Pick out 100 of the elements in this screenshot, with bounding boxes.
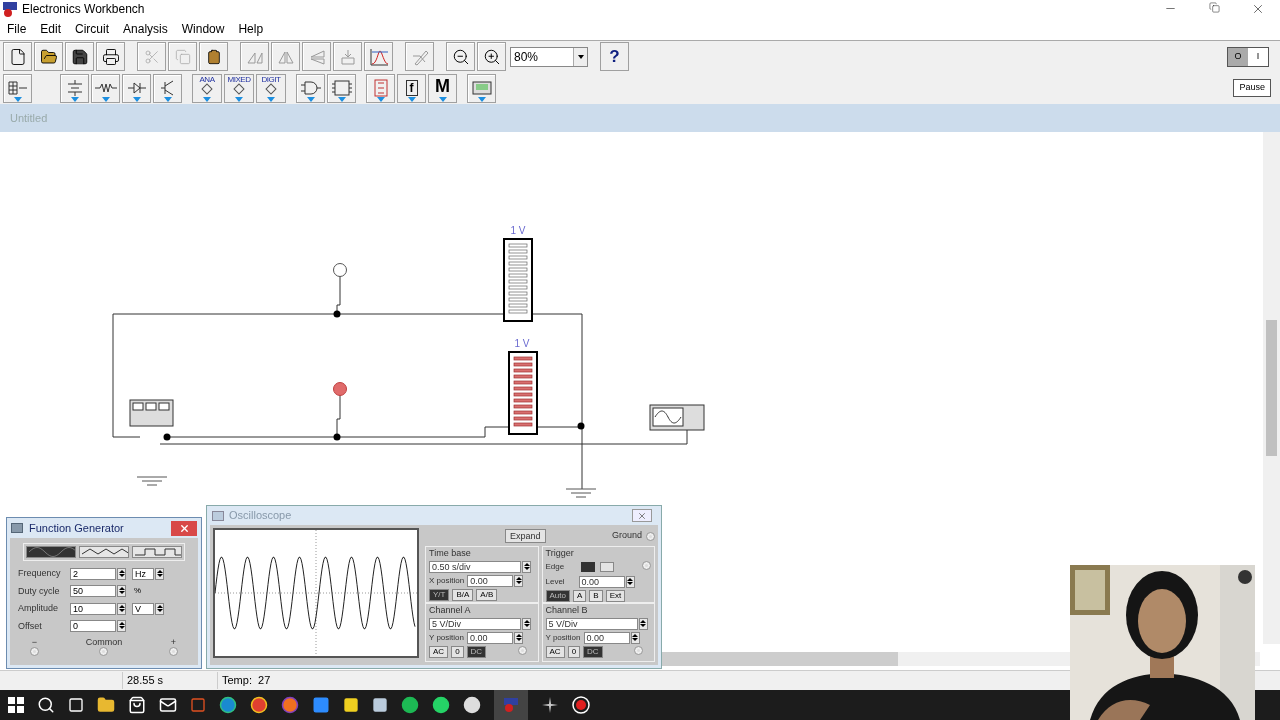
spin-arrows-icon[interactable] [117, 585, 126, 598]
flip-horizontal-button[interactable] [271, 42, 300, 71]
waveform-button[interactable] [132, 546, 182, 558]
search-icon[interactable] [37, 696, 55, 714]
spin-field[interactable]: 5 V/Div [545, 617, 638, 630]
edit-button[interactable] [405, 42, 434, 71]
spin-arrows-icon[interactable] [117, 602, 126, 615]
spin-arrows-icon[interactable] [625, 575, 635, 588]
transistors-bin-button[interactable] [153, 73, 182, 103]
spin-field[interactable]: 10 [70, 602, 116, 615]
cut-button[interactable] [137, 42, 166, 71]
spin-arrows-icon[interactable] [522, 617, 531, 630]
unit-select[interactable]: V [132, 602, 154, 615]
open-folder-button[interactable] [34, 42, 63, 71]
browser-icon[interactable] [281, 696, 299, 714]
mode-button[interactable]: B/A [452, 588, 474, 601]
basic-bin-button[interactable] [91, 73, 120, 103]
record-icon[interactable] [572, 696, 590, 714]
spin-arrows-icon[interactable] [155, 567, 164, 580]
mode-button[interactable]: AC [429, 646, 449, 658]
spin-arrows-icon[interactable] [117, 620, 126, 633]
mode-button[interactable]: 0 [567, 646, 581, 658]
menu-item[interactable]: Window [181, 20, 225, 38]
miscellaneous-bin-button[interactable]: M [428, 73, 457, 103]
store-bag-icon[interactable] [128, 696, 146, 714]
spin-field[interactable]: 0.50 s/div [429, 560, 521, 573]
browser-icon[interactable] [219, 696, 237, 714]
app-logo-icon [2, 1, 18, 17]
zoom-out-button[interactable] [446, 42, 475, 71]
pause-button[interactable]: Pause [1233, 79, 1271, 97]
parts-bin-button[interactable]: DIGIT [256, 73, 286, 103]
folder-icon[interactable] [97, 696, 115, 714]
power-switch[interactable]: O I [1227, 46, 1269, 67]
parts-bin-button[interactable]: MIXED [224, 73, 254, 103]
spin-arrows-icon[interactable] [514, 631, 523, 644]
zoom-select[interactable]: 80% [510, 46, 588, 67]
graph-button[interactable] [364, 42, 393, 71]
spin-field[interactable]: 0.00 [578, 575, 625, 588]
sticky-note-icon[interactable] [343, 697, 359, 713]
indicators-bin-button[interactable] [366, 73, 395, 103]
mode-button[interactable]: B [589, 589, 603, 602]
spin-field[interactable]: 0 [70, 620, 116, 633]
close-button[interactable] [632, 509, 652, 522]
paste-button[interactable] [199, 42, 228, 71]
print-button[interactable] [96, 42, 125, 71]
menu-item[interactable]: Analysis [123, 20, 168, 38]
spin-arrows-icon[interactable] [155, 602, 164, 615]
help-button[interactable]: ? [600, 42, 629, 71]
menu-item[interactable]: Edit [40, 20, 62, 38]
spin-arrows-icon[interactable] [630, 631, 640, 644]
spin-arrows-icon[interactable] [514, 574, 524, 587]
spin-field[interactable]: 0.00 [467, 574, 514, 587]
vertical-scrollbar[interactable] [1263, 132, 1280, 644]
spin-field[interactable]: 5 V/Div [429, 617, 521, 630]
mode-button[interactable]: DC [466, 646, 487, 658]
rising-edge-button[interactable] [580, 562, 595, 572]
task-view-icon[interactable] [68, 697, 84, 713]
component-properties-button[interactable] [333, 42, 362, 71]
expand-button[interactable]: Expand [505, 529, 546, 543]
waveform-button[interactable] [79, 546, 129, 558]
office-icon[interactable] [190, 697, 206, 713]
zoom-in-button[interactable] [477, 42, 506, 71]
mail-icon[interactable] [159, 696, 177, 714]
mode-button[interactable]: A [572, 589, 587, 602]
field-label: Y position [545, 631, 581, 644]
logic-gates-bin-button[interactable] [296, 73, 325, 103]
spin-arrows-icon[interactable] [638, 617, 648, 630]
close-icon [637, 510, 647, 521]
instruments-bin-button[interactable] [467, 73, 496, 103]
spin-arrows-icon[interactable] [117, 567, 126, 580]
menu-item[interactable]: File [7, 20, 27, 38]
mode-button[interactable]: Ext [605, 589, 626, 602]
unit-select[interactable]: Hz [132, 567, 154, 580]
save-button[interactable] [65, 42, 94, 71]
spin-field[interactable]: 0.00 [583, 631, 630, 644]
spin-field[interactable]: 0.00 [467, 631, 513, 644]
mode-button[interactable]: AC [545, 646, 565, 658]
rotate-button[interactable] [240, 42, 269, 71]
new-file-button[interactable] [3, 42, 32, 71]
digital-bin-button[interactable] [327, 73, 356, 103]
waveform-button[interactable] [26, 546, 76, 558]
mode-button[interactable]: DC [583, 646, 603, 658]
mode-button[interactable]: A/B [476, 588, 498, 601]
browser-icon[interactable] [250, 696, 268, 714]
spin-arrows-icon[interactable] [522, 560, 531, 573]
flip-vertical-button[interactable] [302, 42, 331, 71]
favorites-bin-button[interactable] [3, 73, 32, 103]
notepad-icon[interactable] [372, 697, 388, 713]
video-call-icon[interactable] [312, 696, 330, 714]
mode-button[interactable]: Auto [545, 589, 570, 602]
spin-field[interactable]: 50 [70, 585, 116, 598]
close-button[interactable] [171, 520, 197, 536]
windows-start-icon[interactable] [8, 697, 24, 713]
mode-button[interactable]: Y/T [429, 588, 450, 601]
controls-bin-button[interactable]: f [397, 73, 426, 103]
parts-bin-button[interactable]: ANA [192, 73, 222, 103]
menu-item[interactable]: Help [238, 20, 264, 38]
menu-item[interactable]: Circuit [75, 20, 110, 38]
spin-field[interactable]: 2 [70, 567, 116, 580]
mode-button[interactable]: 0 [451, 646, 464, 658]
